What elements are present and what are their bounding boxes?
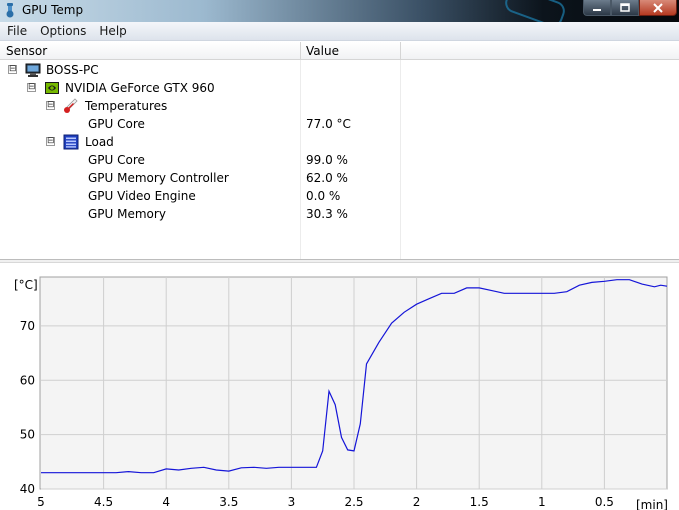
tree-row-value: 77.0 °C [306,117,351,131]
column-divider[interactable] [300,42,301,60]
tree-row-value: 0.0 % [306,189,341,203]
y-tick-label: 70 [20,319,35,333]
tree-row-gpu-memory[interactable]: GPU Memory 30.3 % [0,205,679,223]
x-tick-label: 2 [413,495,421,509]
tree-row-label: Temperatures [85,99,168,113]
thermometer-icon [63,98,79,114]
collapse-toggle-icon[interactable]: ⊟ [27,83,36,92]
menu-help[interactable]: Help [92,22,132,41]
menu-options[interactable]: Options [33,22,92,41]
tree-row-value: 30.3 % [306,207,348,221]
column-divider[interactable] [400,42,401,60]
maximize-icon [620,2,630,12]
x-tick-label: 5 [37,495,45,509]
tree-row-temperatures[interactable]: ⊟ Temperatures [0,97,679,115]
maximize-button[interactable] [611,0,639,16]
x-tick-label: 4 [162,495,170,509]
sensor-tree[interactable]: Sensor Value ⊟ BOSS-PC ⊟ NVIDIA GeForce … [0,41,679,259]
window-controls [583,0,677,16]
minimize-button[interactable] [583,0,611,16]
tree-row-label: BOSS-PC [46,63,99,77]
menu-bar: File Options Help [0,22,679,41]
close-icon [653,2,663,13]
tree-row-label: GPU Memory [88,207,166,221]
x-tick-label: 1.5 [470,495,489,509]
x-tick-label: 2.5 [344,495,363,509]
x-tick-label: 0.5 [595,495,614,509]
tree-row-gpu-video-engine[interactable]: GPU Video Engine 0.0 % [0,187,679,205]
y-tick-label: 50 [20,428,35,442]
column-header-value[interactable]: Value [306,44,339,58]
y-tick-label: 60 [20,373,35,387]
tree-row-nvidia-gpu[interactable]: ⊟ NVIDIA GeForce GTX 960 [0,79,679,97]
x-axis-label: [min] [636,498,668,510]
tree-row-gpu-core-load[interactable]: GPU Core 99.0 % [0,151,679,169]
y-tick-label: 40 [20,482,35,496]
tree-row-value: 99.0 % [306,153,348,167]
x-tick-label: 4.5 [94,495,113,509]
tree-row-value: 62.0 % [306,171,348,185]
tree-row-label: GPU Video Engine [88,189,196,203]
x-tick-label: 1 [538,495,546,509]
tree-row-label: GPU Memory Controller [88,171,229,185]
tree-row-boss-pc[interactable]: ⊟ BOSS-PC [0,61,679,79]
temperature-chart: 5 4.5 4 3.5 3 2.5 2 1.5 1 0.5 40 50 60 70 [°C] [min] [14,276,668,510]
y-axis-label: [°C] [14,278,38,292]
gpu-temp-app-icon [3,3,17,18]
tree-row-label: GPU Core [88,153,145,167]
y-tick-labels: 40 50 60 70 [20,319,35,496]
tree-row-label: Load [85,135,114,149]
minimize-icon [593,8,601,11]
x-tick-label: 3 [288,495,296,509]
collapse-toggle-icon[interactable]: ⊟ [46,137,55,146]
close-button[interactable] [639,0,677,16]
menu-file[interactable]: File [0,22,33,41]
tree-row-gpu-memory-controller[interactable]: GPU Memory Controller 62.0 % [0,169,679,187]
column-header-sensor[interactable]: Sensor [6,44,47,58]
tree-row-load[interactable]: ⊟ Load [0,133,679,151]
title-bar[interactable]: GPU Temp [0,0,679,22]
tree-row-label: NVIDIA GeForce GTX 960 [65,81,215,95]
nvidia-gpu-icon [44,80,60,96]
x-tick-label: 3.5 [219,495,238,509]
collapse-toggle-icon[interactable]: ⊟ [8,65,17,74]
load-icon [63,134,79,150]
collapse-toggle-icon[interactable]: ⊟ [46,101,55,110]
tree-row-label: GPU Core [88,117,145,131]
tree-header: Sensor Value [0,42,679,60]
temperature-plot: 5 4.5 4 3.5 3 2.5 2 1.5 1 0.5 40 50 60 70 [°C] [min] [0,263,679,510]
tree-row-gpu-core-temp[interactable]: GPU Core 77.0 °C [0,115,679,133]
computer-icon [25,62,41,78]
desktop-wallpaper-glimpse [502,0,568,22]
x-tick-labels: 5 4.5 4 3.5 3 2.5 2 1.5 1 0.5 [37,495,614,509]
window-title: GPU Temp [22,3,84,17]
